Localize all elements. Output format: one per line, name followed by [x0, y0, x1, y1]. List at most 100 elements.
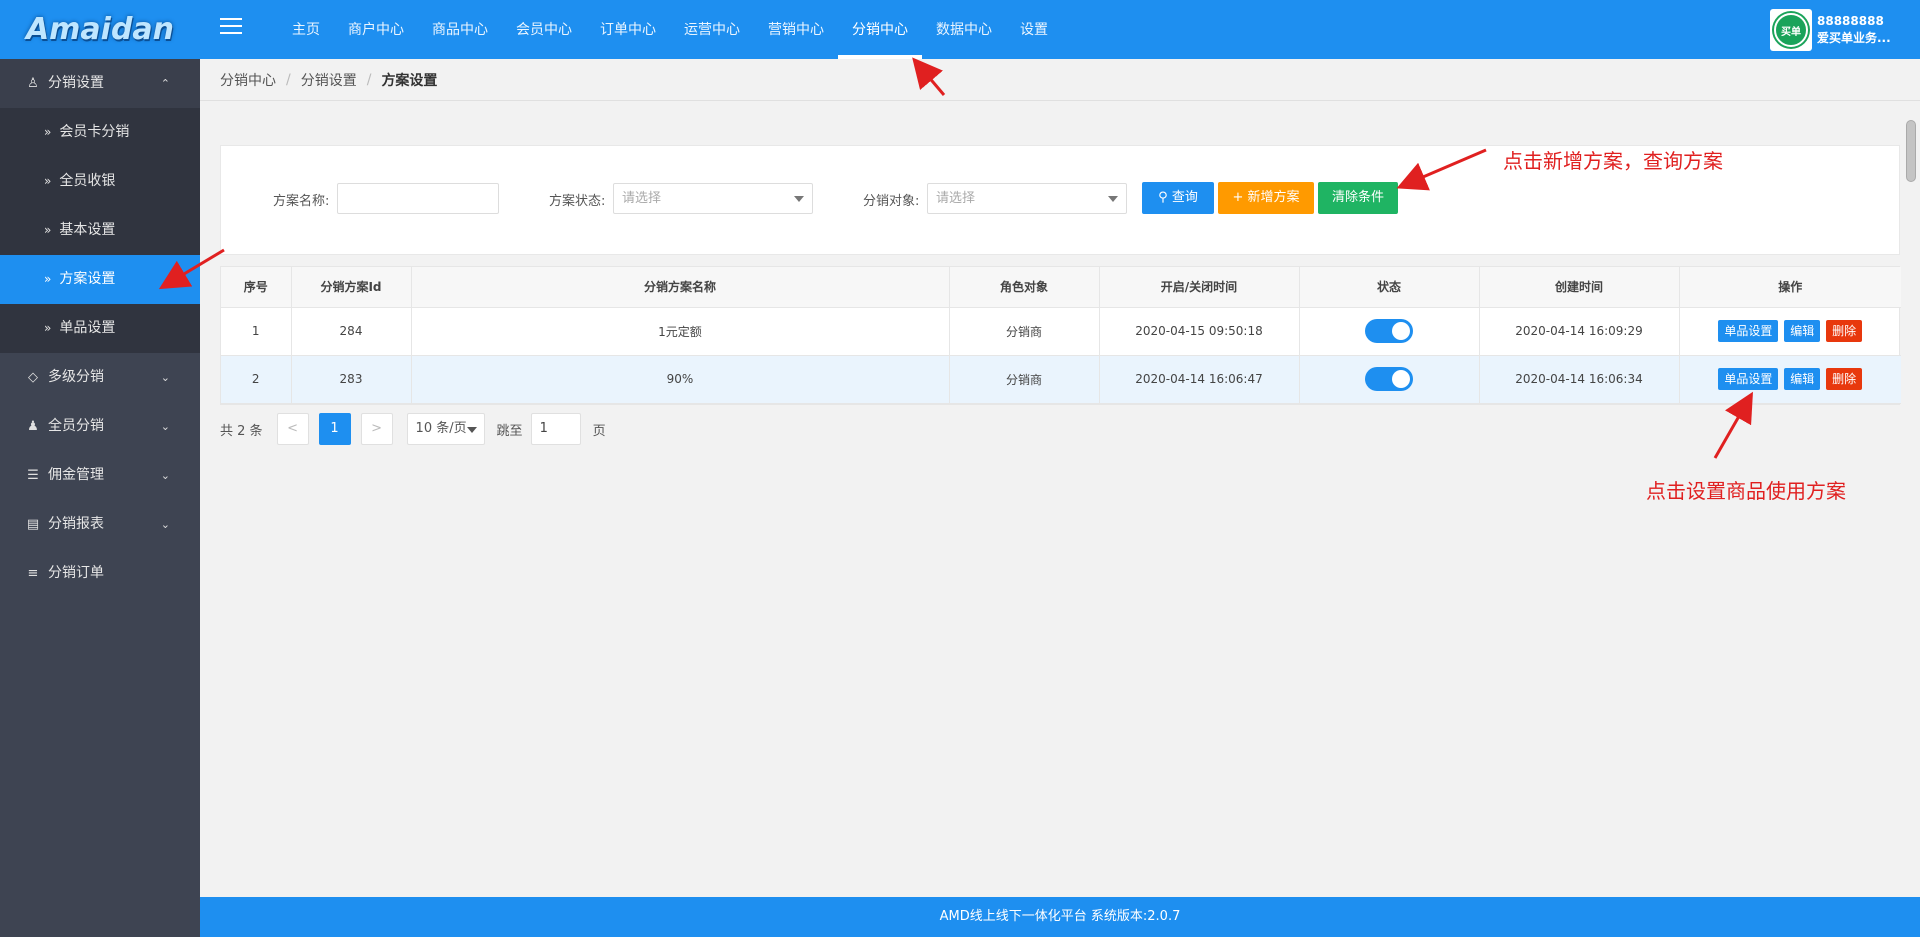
- nav-item-distribution[interactable]: 分销中心: [838, 0, 922, 59]
- pagination: 共 2 条 < 1 > 10 条/页 跳至 1 页: [220, 413, 606, 445]
- sidebar-item-single-product[interactable]: » 单品设置: [0, 304, 200, 353]
- cell-no: 2: [221, 355, 292, 404]
- database-icon: ☰: [27, 468, 39, 483]
- user-box[interactable]: 买单 88888888 爱买单业务...: [1770, 9, 1891, 51]
- jump-page-input[interactable]: 1: [530, 413, 581, 445]
- page-word: 页: [592, 423, 606, 439]
- double-chevron-icon: »: [44, 272, 52, 286]
- server-icon: ▤: [26, 517, 40, 532]
- sidebar-group-distribution-settings[interactable]: ♙ 分销设置 ⌃: [0, 59, 200, 108]
- list-icon: ≡: [27, 566, 39, 581]
- sidebar-group-commission[interactable]: ☰ 佣金管理 ⌄: [0, 451, 200, 500]
- query-button[interactable]: ⚲ 查询: [1142, 182, 1214, 214]
- sidebar-item-basic-settings[interactable]: » 基本设置: [0, 206, 200, 255]
- app-logo[interactable]: Amaidan: [0, 0, 200, 59]
- cell-toggle-time: 2020-04-15 09:50:18: [1099, 307, 1300, 356]
- chevron-down-icon: ⌄: [160, 518, 170, 531]
- next-page-button[interactable]: >: [360, 413, 393, 445]
- column-header: 分销方案Id: [291, 267, 412, 308]
- jump-label: 跳至: [496, 423, 523, 439]
- breadcrumb-distribution-center[interactable]: 分销中心: [220, 70, 276, 90]
- column-header: 状态: [1299, 267, 1480, 308]
- chevron-down-icon: ⌄: [160, 371, 170, 384]
- column-header: 序号: [221, 267, 292, 308]
- cell-name: 1元定额: [411, 307, 950, 356]
- nav-item-settings[interactable]: 设置: [1006, 0, 1062, 59]
- sidebar-group-multilevel[interactable]: ◇ 多级分销 ⌄: [0, 353, 200, 402]
- add-plan-button[interactable]: + 新增方案: [1218, 182, 1314, 214]
- menu-toggle-icon[interactable]: [220, 18, 242, 36]
- caret-down-icon: [794, 196, 804, 202]
- edit-button[interactable]: 编辑: [1784, 368, 1821, 390]
- avatar-logo-icon: 买单: [1774, 13, 1808, 47]
- user-id: 88888888: [1817, 14, 1884, 28]
- table-row: 1 284 1元定额 分销商 2020-04-15 09:50:18 2020-…: [221, 307, 1901, 356]
- nav-item-merchant[interactable]: 商户中心: [334, 0, 418, 59]
- edit-button[interactable]: 编辑: [1784, 320, 1821, 342]
- sidebar-group-all-staff[interactable]: ♟ 全员分销 ⌄: [0, 402, 200, 451]
- annotation-top-note: 点击新增方案，查询方案: [1503, 149, 1723, 173]
- nav-item-order[interactable]: 订单中心: [586, 0, 670, 59]
- cell-actions: 单品设置 编辑 删除: [1679, 355, 1901, 404]
- cell-toggle-time: 2020-04-14 16:06:47: [1099, 355, 1300, 404]
- nav-item-data[interactable]: 数据中心: [922, 0, 1006, 59]
- delete-button[interactable]: 删除: [1826, 320, 1863, 342]
- plan-name-input[interactable]: [337, 183, 499, 214]
- sidebar-group-orders[interactable]: ≡ 分销订单: [0, 549, 200, 598]
- nav-item-marketing[interactable]: 营销中心: [754, 0, 838, 59]
- column-header: 开启/关闭时间: [1099, 267, 1300, 308]
- cell-created: 2020-04-14 16:09:29: [1479, 307, 1680, 356]
- cell-actions: 单品设置 编辑 删除: [1679, 307, 1901, 356]
- plus-icon: +: [1232, 190, 1244, 205]
- sidebar-item-plan-settings[interactable]: » 方案设置: [0, 255, 200, 304]
- status-toggle[interactable]: [1365, 319, 1413, 343]
- chevron-down-icon: ⌄: [160, 469, 170, 482]
- distribution-target-select[interactable]: 请选择: [927, 183, 1127, 214]
- sidebar-group-reports[interactable]: ▤ 分销报表 ⌄: [0, 500, 200, 549]
- double-chevron-icon: »: [44, 174, 52, 188]
- total-count: 共 2 条: [220, 423, 263, 439]
- top-bar: Amaidan 主页 商户中心 商品中心 会员中心 订单中心 运营中心 营销中心…: [0, 0, 1920, 59]
- nav-item-member[interactable]: 会员中心: [502, 0, 586, 59]
- breadcrumb-distribution-settings[interactable]: 分销设置: [301, 70, 357, 90]
- caret-down-icon: [1108, 196, 1118, 202]
- cell-no: 1: [221, 307, 292, 356]
- diamond-icon: ◇: [28, 370, 38, 385]
- nav-item-home[interactable]: 主页: [278, 0, 334, 59]
- prev-page-button[interactable]: <: [276, 413, 309, 445]
- clear-conditions-button[interactable]: 清除条件: [1318, 182, 1398, 214]
- footer: AMD线上线下一体化平台 系统版本:2.0.7: [200, 897, 1920, 937]
- cell-role: 分销商: [949, 355, 1100, 404]
- nav-item-product[interactable]: 商品中心: [418, 0, 502, 59]
- chevron-down-icon: ⌄: [160, 420, 170, 433]
- column-header: 分销方案名称: [411, 267, 950, 308]
- sidebar-item-cashier[interactable]: » 全员收银: [0, 157, 200, 206]
- caret-down-icon: [466, 427, 477, 433]
- delete-button[interactable]: 删除: [1826, 368, 1863, 390]
- breadcrumb-plan-settings: 方案设置: [381, 72, 438, 89]
- plan-table: 序号 分销方案Id 分销方案名称 角色对象 开启/关闭时间 状态 创建时间 操作…: [220, 266, 1901, 405]
- user-icon: ♟: [27, 419, 39, 434]
- item-setting-button[interactable]: 单品设置: [1718, 320, 1779, 342]
- plan-status-select[interactable]: 请选择: [613, 183, 813, 214]
- double-chevron-icon: »: [44, 321, 52, 335]
- page-size-select[interactable]: 10 条/页: [406, 413, 485, 445]
- annotation-arrows: [158, 57, 1753, 459]
- sidebar: ♙ 分销设置 ⌃ » 会员卡分销 » 全员收银 » 基本设置 » 方案设置 » 单品设置 …: [0, 59, 200, 937]
- plan-status-label: 方案状态:: [549, 194, 606, 209]
- arrow-to-actions: [1713, 391, 1753, 459]
- cell-created: 2020-04-14 16:06:34: [1479, 355, 1680, 404]
- avatar[interactable]: 买单: [1770, 9, 1812, 51]
- item-setting-button[interactable]: 单品设置: [1718, 368, 1779, 390]
- breadcrumb: 分销中心 / 分销设置 / 方案设置: [200, 59, 1920, 101]
- annotation-bottom-note: 点击设置商品使用方案: [1646, 479, 1846, 503]
- sidebar-item-member-card[interactable]: » 会员卡分销: [0, 108, 200, 157]
- page-button-current[interactable]: 1: [318, 413, 351, 445]
- column-header: 创建时间: [1479, 267, 1680, 308]
- table-row: 2 283 90% 分销商 2020-04-14 16:06:47 2020-0…: [221, 355, 1901, 404]
- main-nav: 主页 商户中心 商品中心 会员中心 订单中心 运营中心 营销中心 分销中心 数据…: [278, 0, 1062, 59]
- page-scrollbar[interactable]: [1906, 120, 1916, 182]
- cell-name: 90%: [411, 355, 950, 404]
- nav-item-operation[interactable]: 运营中心: [670, 0, 754, 59]
- status-toggle[interactable]: [1365, 367, 1413, 391]
